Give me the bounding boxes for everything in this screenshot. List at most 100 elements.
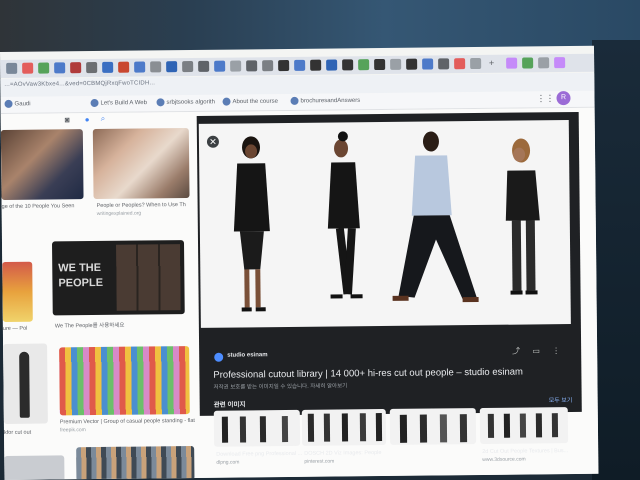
share-icon[interactable]: ⤴ xyxy=(511,347,521,357)
bookmark-item[interactable]: Let's Build A Web xyxy=(90,98,147,108)
bookmark-icon xyxy=(290,96,299,105)
person-figure xyxy=(359,413,367,442)
result-thumbnail[interactable] xyxy=(76,445,195,480)
tab-icon[interactable] xyxy=(134,61,146,73)
related-images-heading: 관련 이미지 xyxy=(213,401,246,409)
result-thumbnail[interactable] xyxy=(0,129,84,200)
browser-window: + ...=AOvVaw3Kbxe4...&ved=0CBMQjRxqFwoTC… xyxy=(0,45,599,480)
result-caption[interactable]: People or Peoples? When to Use Th xyxy=(97,202,186,209)
tab-icon[interactable] xyxy=(538,57,550,69)
tab-icon[interactable] xyxy=(166,61,178,73)
site-name[interactable]: studio esinam xyxy=(227,352,267,358)
result-caption[interactable]: ure — Pol xyxy=(3,326,28,332)
result-thumbnail[interactable] xyxy=(92,128,190,200)
tab-icon[interactable] xyxy=(262,60,274,72)
result-thumbnail[interactable] xyxy=(3,343,48,424)
apps-grid-icon[interactable]: ⋮⋮ xyxy=(536,93,554,104)
related-thumbnail[interactable] xyxy=(301,408,387,446)
tab-icon[interactable] xyxy=(294,59,306,71)
person-figure xyxy=(439,414,448,443)
see-all-link[interactable]: 모두 보기 xyxy=(549,395,573,404)
tab-icon[interactable] xyxy=(22,62,34,74)
tab-icon[interactable] xyxy=(102,61,114,73)
bookmark-item[interactable]: srbjtsooks algorith xyxy=(156,98,215,107)
bookmark-label: Let's Build A Web xyxy=(100,100,147,107)
more-options-icon[interactable]: ⋮ xyxy=(551,346,561,356)
person-figure xyxy=(281,416,289,443)
related-caption[interactable]: 2d Cut Out People Textures | Bus... xyxy=(482,448,568,455)
tab-icon[interactable] xyxy=(214,60,226,72)
tab-icon[interactable] xyxy=(422,58,434,70)
bookmark-item[interactable]: brochuresandAnswers xyxy=(290,96,360,105)
tab-icon[interactable] xyxy=(150,61,162,73)
related-caption[interactable]: Download Free png Professional ... xyxy=(216,451,302,458)
related-caption[interactable]: DOSCH 2D Viz Images: People xyxy=(304,450,381,457)
tab-icon[interactable] xyxy=(342,59,354,71)
result-thumbnail[interactable]: WE THE PEOPLE xyxy=(51,240,185,316)
result-caption[interactable]: ge of the 10 People You Seen xyxy=(2,203,75,210)
result-caption[interactable]: We The People를 사용하세요 xyxy=(55,321,125,330)
bookmark-icon xyxy=(156,98,165,107)
result-source: freepik.com xyxy=(59,427,86,434)
tab-icon[interactable] xyxy=(554,57,566,69)
tab-icon[interactable] xyxy=(38,62,50,74)
profile-avatar[interactable]: R xyxy=(556,91,571,106)
result-caption[interactable]: kfor cut out xyxy=(4,430,31,436)
person-figure xyxy=(259,416,267,443)
person-figure xyxy=(551,413,559,438)
tab-icon[interactable] xyxy=(6,62,18,74)
tab-icon[interactable] xyxy=(390,58,402,70)
tab-icon[interactable] xyxy=(54,62,66,74)
tab-icon[interactable] xyxy=(230,60,242,72)
we-the-people-text: WE THE PEOPLE xyxy=(58,261,104,290)
close-icon[interactable]: ✕ xyxy=(206,135,220,148)
tab-icon[interactable] xyxy=(118,61,130,73)
tab-icon[interactable] xyxy=(522,57,534,69)
person-figure xyxy=(327,131,363,299)
cutout-people-illustration xyxy=(233,131,540,312)
tab-icon[interactable] xyxy=(310,59,322,71)
person-figure xyxy=(519,413,527,438)
related-source: www.3dsource.com xyxy=(482,456,526,463)
person-figure xyxy=(375,413,383,442)
related-thumbnail[interactable] xyxy=(479,407,569,444)
tab-icon[interactable] xyxy=(374,58,386,71)
copyright-notice: 저작권 보호를 받는 이미지일 수 있습니다. 자세히 알아보기 xyxy=(213,383,348,391)
bookmark-label: About the course xyxy=(232,98,278,106)
result-thumbnail[interactable] xyxy=(59,346,190,416)
tab-icon[interactable] xyxy=(182,60,194,73)
bookmark-label: Gaudi xyxy=(14,101,31,108)
tab-icon[interactable] xyxy=(86,61,98,74)
related-thumbnail[interactable] xyxy=(213,409,301,447)
result-thumbnail[interactable] xyxy=(4,455,65,480)
url-text[interactable]: ...=AOvVaw3Kbxe4...&ved=0CBMQjRxqFwoTCID… xyxy=(4,80,155,88)
monitor-bezel xyxy=(592,40,640,480)
camera-icon[interactable]: ◙ xyxy=(65,115,70,124)
portrait-grid xyxy=(116,244,181,311)
person-figure xyxy=(459,414,468,443)
tab-icon[interactable] xyxy=(406,58,418,70)
person-figure xyxy=(399,414,408,443)
tab-icon[interactable] xyxy=(70,62,82,74)
tab-icon[interactable] xyxy=(246,60,258,72)
tab-icon[interactable] xyxy=(326,59,338,71)
preview-image[interactable] xyxy=(198,120,571,328)
tab-icon[interactable] xyxy=(438,58,450,70)
new-tab-icon[interactable]: + xyxy=(486,58,497,69)
bookmark-item[interactable]: Gaudi xyxy=(4,99,31,108)
related-thumbnail[interactable] xyxy=(389,408,477,445)
bookmark-icon[interactable]: ▭ xyxy=(531,346,541,356)
bookmark-item[interactable]: About the course xyxy=(222,97,278,106)
mic-icon[interactable]: ● xyxy=(85,115,90,124)
tab-icon[interactable] xyxy=(454,58,466,70)
tab-icon[interactable] xyxy=(506,57,518,69)
tab-icon[interactable] xyxy=(358,59,370,71)
result-source: writingexplained.org xyxy=(96,210,142,217)
result-thumbnail[interactable] xyxy=(2,261,33,322)
tab-icon[interactable] xyxy=(470,57,482,70)
search-icon[interactable]: ⌕ xyxy=(101,114,106,124)
tab-icon[interactable] xyxy=(278,59,290,72)
person-figure xyxy=(419,414,428,443)
person-figure xyxy=(503,413,511,438)
tab-icon[interactable] xyxy=(198,60,210,72)
